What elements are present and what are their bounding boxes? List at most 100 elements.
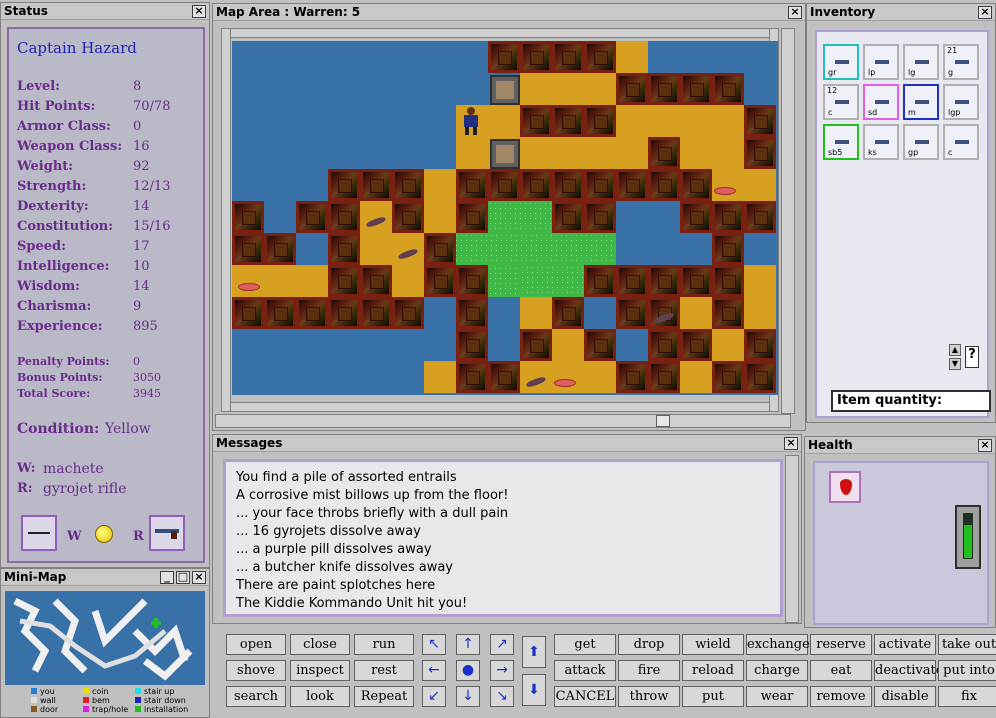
inventory-slot[interactable]: m bbox=[903, 84, 939, 120]
stair-up-button[interactable]: ⬆ bbox=[522, 636, 546, 668]
command-button[interactable]: shove bbox=[226, 660, 286, 681]
inventory-slot[interactable]: lg bbox=[903, 44, 939, 80]
legend-swatch bbox=[83, 706, 89, 712]
command-button[interactable]: drop bbox=[618, 634, 680, 655]
messages-scrollbar[interactable] bbox=[785, 455, 799, 623]
command-button[interactable]: CANCEL bbox=[554, 686, 616, 707]
command-button[interactable]: fix bbox=[938, 686, 996, 707]
stair-down-button[interactable]: ⬇ bbox=[522, 674, 546, 706]
command-bar: open close run shove inspect rest search look Re… bbox=[212, 628, 996, 718]
direction-button[interactable]: ● bbox=[456, 660, 480, 681]
command-button[interactable]: reserve bbox=[810, 634, 872, 655]
minimap-svg bbox=[13, 597, 193, 681]
direction-button[interactable]: ← bbox=[422, 660, 446, 681]
command-button[interactable]: put bbox=[682, 686, 744, 707]
direction-button[interactable]: ↓ bbox=[456, 686, 480, 707]
map-grid[interactable] bbox=[232, 41, 778, 395]
vertical-scrollbar[interactable] bbox=[781, 28, 795, 414]
command-button[interactable]: take out bbox=[938, 634, 996, 655]
inventory-slot[interactable]: sb5 bbox=[823, 124, 859, 160]
inventory-slot[interactable]: c bbox=[943, 124, 979, 160]
stat-label: Wisdom: bbox=[17, 279, 80, 294]
points-value: 3050 bbox=[133, 371, 161, 384]
minimap-panel: Mini-Map _ □ × you coin stair up wall bem stair … bbox=[0, 568, 210, 718]
door-icon bbox=[490, 75, 520, 105]
inventory-slot[interactable]: sd bbox=[863, 84, 899, 120]
ready-slot[interactable] bbox=[149, 515, 185, 551]
command-button[interactable]: fire bbox=[618, 660, 680, 681]
horizontal-scrollbar[interactable] bbox=[215, 414, 791, 428]
wield-slot[interactable] bbox=[21, 515, 57, 551]
inner-bottom-scrollbar[interactable] bbox=[221, 402, 779, 412]
command-button[interactable]: throw bbox=[618, 686, 680, 707]
inventory-slot[interactable]: gr bbox=[823, 44, 859, 80]
left-scrollbar[interactable] bbox=[221, 28, 231, 412]
top-scrollbar[interactable] bbox=[221, 28, 779, 38]
command-button[interactable]: charge bbox=[746, 660, 808, 681]
message-line: The Kiddie Kommando Unit hit you! bbox=[236, 596, 468, 611]
maximize-icon[interactable]: □ bbox=[176, 570, 190, 584]
direction-button[interactable]: ↘ bbox=[490, 686, 514, 707]
close-icon[interactable]: × bbox=[192, 570, 206, 584]
legend-swatch bbox=[31, 688, 37, 694]
command-button[interactable]: deactivate bbox=[874, 660, 943, 681]
direction-button[interactable]: ↗ bbox=[490, 634, 514, 655]
scroll-up-icon[interactable]: ▲ bbox=[949, 344, 961, 356]
points-value: 0 bbox=[133, 355, 140, 368]
command-button[interactable]: disable bbox=[874, 686, 936, 707]
inventory-slot[interactable]: ks bbox=[863, 124, 899, 160]
wall-tile bbox=[456, 297, 488, 329]
command-button[interactable]: close bbox=[290, 634, 350, 655]
direction-button[interactable]: ↙ bbox=[422, 686, 446, 707]
command-button[interactable]: Repeat bbox=[354, 686, 414, 707]
machete-icon bbox=[28, 532, 50, 534]
command-button[interactable]: wield bbox=[682, 634, 744, 655]
item-quantity-field[interactable]: Item quantity: bbox=[831, 390, 991, 412]
command-button[interactable]: exchange bbox=[746, 634, 810, 655]
wall-tile bbox=[456, 265, 488, 297]
command-button[interactable]: open bbox=[226, 634, 286, 655]
inventory-slot[interactable]: 21 g bbox=[943, 44, 979, 80]
command-button[interactable]: rest bbox=[354, 660, 414, 681]
close-icon[interactable]: × bbox=[784, 436, 798, 450]
help-icon[interactable]: ? bbox=[965, 346, 979, 368]
item-label: c bbox=[948, 148, 953, 157]
direction-button[interactable]: ↖ bbox=[422, 634, 446, 655]
command-button[interactable]: attack bbox=[554, 660, 616, 681]
close-icon[interactable]: × bbox=[978, 5, 992, 19]
legend-item: stair up bbox=[135, 687, 174, 696]
paint-splotch-icon bbox=[238, 283, 260, 291]
wall-tile bbox=[584, 105, 616, 137]
command-button[interactable]: remove bbox=[810, 686, 872, 707]
wall-tile bbox=[712, 201, 744, 233]
close-icon[interactable]: × bbox=[978, 438, 992, 452]
command-button[interactable]: put into bbox=[938, 660, 996, 681]
wall-tile bbox=[232, 233, 264, 265]
inventory-panel: Inventory × gr lp lg 21 g 12 c sd m lgp … bbox=[806, 3, 996, 423]
stat-value: 14 bbox=[133, 279, 150, 294]
inventory-slot[interactable]: 12 c bbox=[823, 84, 859, 120]
direction-button[interactable]: → bbox=[490, 660, 514, 681]
command-button[interactable]: look bbox=[290, 686, 350, 707]
inventory-slot[interactable]: lp bbox=[863, 44, 899, 80]
item-label: lp bbox=[868, 68, 876, 77]
command-button[interactable]: wear bbox=[746, 686, 808, 707]
command-button[interactable]: activate bbox=[874, 634, 936, 655]
command-button[interactable]: reload bbox=[682, 660, 744, 681]
command-button[interactable]: inspect bbox=[290, 660, 350, 681]
minimize-icon[interactable]: _ bbox=[160, 570, 174, 584]
close-icon[interactable]: × bbox=[192, 4, 206, 18]
slot-r-label: R bbox=[133, 529, 144, 544]
inventory-slot[interactable]: lgp bbox=[943, 84, 979, 120]
close-icon[interactable]: × bbox=[788, 5, 802, 19]
command-button[interactable]: run bbox=[354, 634, 414, 655]
wall-tile bbox=[392, 169, 424, 201]
command-button[interactable]: get bbox=[554, 634, 616, 655]
condition-value: Yellow bbox=[105, 421, 151, 437]
direction-button[interactable]: ↑ bbox=[456, 634, 480, 655]
command-button[interactable]: search bbox=[226, 686, 286, 707]
scroll-down-icon[interactable]: ▼ bbox=[949, 358, 961, 370]
inventory-slot[interactable]: gp bbox=[903, 124, 939, 160]
minimap-canvas[interactable] bbox=[5, 591, 205, 685]
command-button[interactable]: eat bbox=[810, 660, 872, 681]
